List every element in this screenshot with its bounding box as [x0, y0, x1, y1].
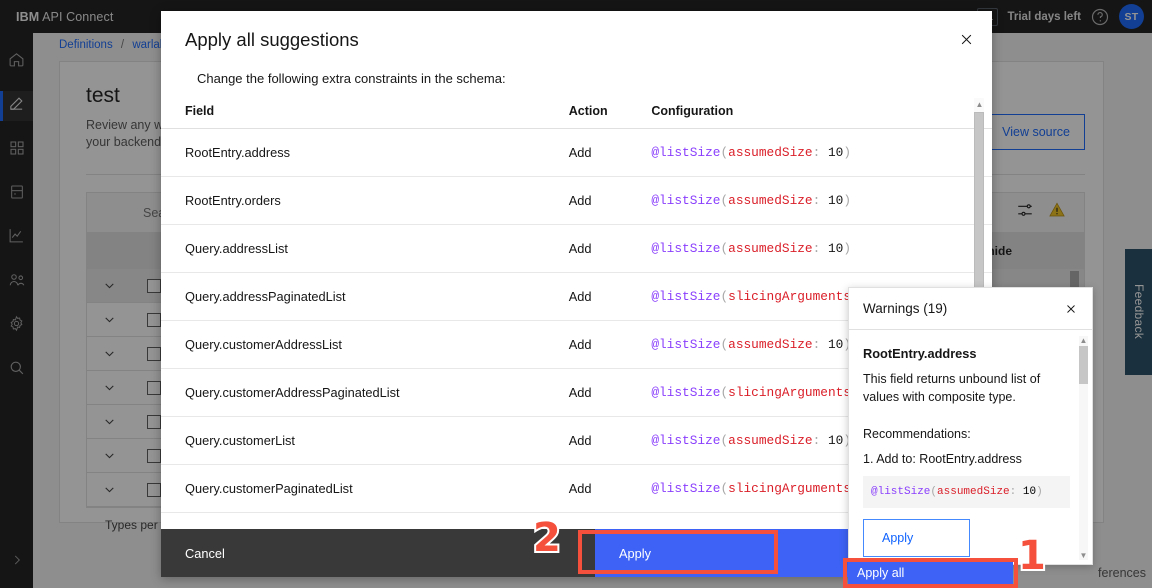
config-directive: @listSize	[651, 433, 720, 448]
warnings-popover-body: RootEntry.address This field returns unb…	[849, 330, 1092, 564]
close-x-icon[interactable]	[1058, 296, 1084, 322]
warning-field-name: RootEntry.address	[863, 346, 1070, 361]
modal-header: Apply all suggestions Change the followi…	[161, 11, 992, 86]
cell-field: Query.customerPaginatedList	[161, 465, 569, 513]
config-directive: @listSize	[651, 385, 720, 400]
config-directive: @listSize	[651, 145, 720, 160]
close-x-icon[interactable]	[952, 25, 980, 53]
config-value: 10	[828, 145, 843, 160]
config-directive: @listSize	[651, 481, 720, 496]
cancel-button[interactable]: Cancel	[161, 529, 595, 577]
config-arg: assumedSize	[728, 193, 812, 208]
table-row[interactable]: Query.addressList Add @listSize(assumedS…	[161, 225, 992, 273]
config-directive: @listSize	[651, 289, 720, 304]
cell-field: Query.addressList	[161, 225, 569, 273]
config-value: 10	[828, 337, 843, 352]
cell-configuration: @listSize(assumedSize: 10)	[651, 177, 992, 225]
warnings-title: Warnings (19)	[863, 301, 947, 316]
cell-action: Add	[569, 321, 652, 369]
recommendation-item: 1. Add to: RootEntry.address	[863, 452, 1070, 466]
annotation-marker-2: 2	[533, 518, 561, 558]
recommendations-label: Recommendations:	[863, 427, 1070, 441]
code-directive: @listSize	[871, 486, 930, 498]
cell-field: Query.customerAddressList	[161, 321, 569, 369]
cell-configuration: @listSize(assumedSize: 10)	[651, 129, 992, 177]
cell-field: RootEntry.address	[161, 129, 569, 177]
config-value: 10	[828, 241, 843, 256]
config-directive: @listSize	[651, 337, 720, 352]
cell-action: Add	[569, 225, 652, 273]
warning-apply-button[interactable]: Apply	[863, 519, 970, 557]
column-header-action: Action	[569, 98, 652, 129]
cell-action: Add	[569, 417, 652, 465]
warning-description: This field returns unbound list of value…	[863, 370, 1070, 406]
modal-description: Change the following extra constraints i…	[173, 51, 970, 86]
warnings-scrollbar[interactable]: ▲ ▼	[1079, 336, 1088, 560]
cell-action: Add	[569, 465, 652, 513]
cell-action: Add	[569, 129, 652, 177]
screenshot-root: IBM API Connect 11 Trial days left ST	[0, 0, 1152, 588]
recommendation-code: @listSize(assumedSize: 10)	[863, 476, 1070, 508]
apply-button[interactable]: Apply	[595, 529, 794, 577]
config-arg: assumedSize	[728, 241, 812, 256]
scroll-down-arrow-icon[interactable]: ▼	[1079, 551, 1088, 560]
cell-configuration: @listSize(assumedSize: 10)	[651, 225, 992, 273]
apply-all-menu-item[interactable]: Apply all	[848, 560, 1013, 586]
suggestions-table-header: Field Action Configuration	[161, 98, 992, 129]
cell-field: RootEntry.orders	[161, 177, 569, 225]
code-arg: assumedSize	[937, 486, 1010, 498]
cell-field: Query.addressPaginatedList	[161, 273, 569, 321]
config-arg: slicingArguments	[728, 385, 851, 400]
cell-action: Add	[569, 369, 652, 417]
config-directive: @listSize	[651, 241, 720, 256]
cell-field: Query.customerList	[161, 417, 569, 465]
config-arg: assumedSize	[728, 433, 812, 448]
column-header-field: Field	[161, 98, 569, 129]
column-header-configuration: Configuration	[651, 98, 992, 129]
modal-title: Apply all suggestions	[173, 29, 970, 51]
config-arg: assumedSize	[728, 337, 812, 352]
cell-action: Add	[569, 273, 652, 321]
scroll-up-arrow-icon[interactable]: ▲	[1079, 336, 1088, 345]
warnings-popover-header: Warnings (19)	[849, 288, 1092, 330]
config-directive: @listSize	[651, 193, 720, 208]
table-row[interactable]: RootEntry.address Add @listSize(assumedS…	[161, 129, 992, 177]
scroll-up-arrow-icon[interactable]: ▲	[975, 100, 984, 109]
config-arg: assumedSize	[728, 145, 812, 160]
config-arg: slicingArguments	[728, 289, 851, 304]
cell-field: Query.customerAddressPaginatedList	[161, 369, 569, 417]
annotation-marker-1: 1	[1018, 536, 1046, 576]
cell-action: Add	[569, 177, 652, 225]
config-arg: slicingArguments	[728, 481, 851, 496]
code-value: 10	[1023, 486, 1036, 498]
config-value: 10	[828, 433, 843, 448]
config-value: 10	[828, 193, 843, 208]
table-row[interactable]: RootEntry.orders Add @listSize(assumedSi…	[161, 177, 992, 225]
warnings-popover: Warnings (19) RootEntry.address This fie…	[848, 287, 1093, 565]
warnings-scrollbar-thumb[interactable]	[1079, 346, 1088, 384]
